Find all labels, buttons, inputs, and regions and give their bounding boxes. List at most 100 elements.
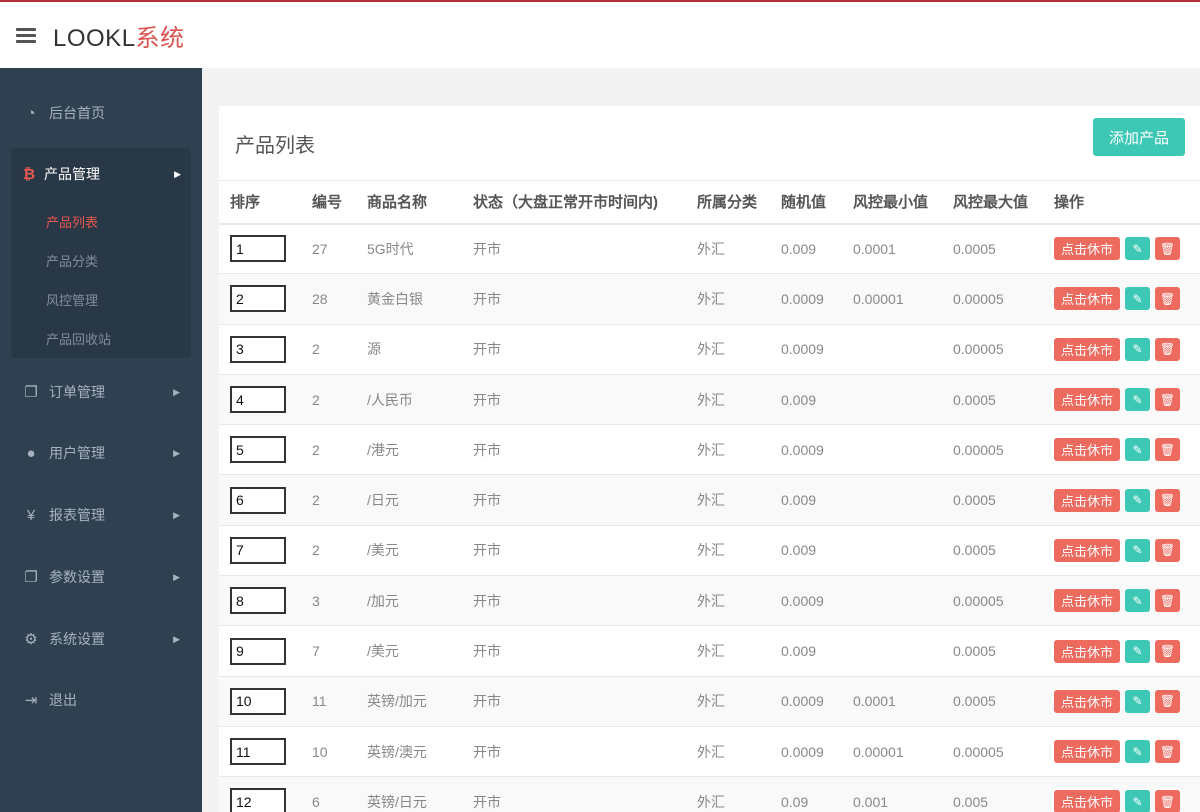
status-cell: 开市 (473, 776, 697, 812)
id-cell: 3 (312, 575, 367, 627)
sidebar-item-products[interactable]: ₿ 产品管理 ▶ (11, 154, 191, 194)
delete-button[interactable]: 🗑 (1155, 488, 1181, 512)
close-market-button[interactable]: 点击休市 (1054, 689, 1121, 713)
status-cell: 开市 (473, 424, 697, 476)
close-market-button[interactable]: 点击休市 (1054, 488, 1121, 512)
close-market-button[interactable]: 点击休市 (1054, 388, 1121, 412)
sidebar-item-label: 退出 (49, 692, 77, 708)
delete-button[interactable]: 🗑 (1155, 639, 1181, 663)
close-market-button[interactable]: 点击休市 (1054, 790, 1121, 812)
id-cell: 6 (312, 776, 367, 812)
edit-button[interactable]: ✎ (1125, 589, 1151, 613)
edit-button[interactable]: ✎ (1125, 337, 1151, 361)
close-market-button[interactable]: 点击休市 (1054, 740, 1121, 764)
edit-button[interactable]: ✎ (1125, 438, 1151, 462)
sidebar-subitem-risk-control[interactable]: 风控管理 (46, 290, 98, 309)
close-market-button[interactable]: 点击休市 (1054, 589, 1121, 613)
edit-button[interactable]: ✎ (1125, 538, 1151, 562)
close-market-button[interactable]: 点击休市 (1054, 287, 1121, 311)
table-header-row: 排序 编号 商品名称 状态（大盘正常开市时间内) 所属分类 随机值 风控最小值 … (219, 180, 1200, 225)
sidebar-item-dashboard[interactable]: ◔ 后台首页 (0, 93, 202, 133)
category-cell: 外汇 (697, 223, 781, 275)
close-market-button[interactable]: 点击休市 (1054, 538, 1121, 562)
sort-order-input[interactable] (230, 386, 286, 414)
edit-button[interactable]: ✎ (1125, 790, 1151, 812)
sort-order-input[interactable] (230, 436, 286, 464)
close-market-button[interactable]: 点击休市 (1054, 237, 1121, 261)
sidebar-item-orders[interactable]: ❐ 订单管理 ▶ (0, 372, 202, 412)
actions-cell: 点击休市 ✎ 🗑 (1054, 324, 1200, 375)
sort-order-input[interactable] (230, 738, 286, 766)
trash-icon: 🗑 (1159, 342, 1176, 357)
sort-order-input[interactable] (230, 335, 286, 363)
risk-max-cell: 0.00005 (953, 575, 1054, 627)
sidebar-item-reports[interactable]: ¥ 报表管理 ▶ (0, 495, 202, 535)
delete-button[interactable]: 🗑 (1155, 689, 1181, 713)
pencil-icon: ✎ (1132, 241, 1143, 256)
product-name-cell: 5G时代 (367, 223, 473, 275)
edit-button[interactable]: ✎ (1125, 488, 1151, 512)
delete-button[interactable]: 🗑 (1155, 538, 1181, 562)
sidebar-subitem-product-category[interactable]: 产品分类 (46, 251, 98, 270)
actions-cell: 点击休市 ✎ 🗑 (1054, 424, 1200, 476)
actions-cell: 点击休市 ✎ 🗑 (1054, 776, 1200, 812)
sort-order-input[interactable] (230, 285, 286, 313)
trash-icon: 🗑 (1159, 644, 1176, 659)
sidebar-subitem-recycle-bin[interactable]: 产品回收站 (46, 329, 111, 348)
edit-button[interactable]: ✎ (1125, 740, 1151, 764)
edit-button[interactable]: ✎ (1125, 287, 1151, 311)
edit-button[interactable]: ✎ (1125, 689, 1151, 713)
sidebar-item-users[interactable]: ● 用户管理 ▶ (0, 433, 202, 473)
pencil-icon: ✎ (1132, 794, 1143, 809)
product-name-cell: 英镑/加元 (367, 676, 473, 727)
edit-button[interactable]: ✎ (1125, 639, 1151, 663)
category-cell: 外汇 (697, 776, 781, 812)
sort-order-input[interactable] (230, 687, 286, 715)
actions-cell: 点击休市 ✎ 🗑 (1054, 374, 1200, 426)
delete-button[interactable]: 🗑 (1155, 388, 1181, 412)
close-market-button[interactable]: 点击休市 (1054, 438, 1121, 462)
status-cell: 开市 (473, 625, 697, 677)
user-icon: ● (26, 444, 36, 462)
close-market-button[interactable]: 点击休市 (1054, 639, 1121, 663)
delete-button[interactable]: 🗑 (1155, 589, 1181, 613)
sidebar-item-params[interactable]: ❐ 参数设置 ▶ (0, 557, 202, 597)
column-header: 排序 (219, 180, 312, 225)
status-cell: 开市 (473, 273, 697, 325)
close-market-button[interactable]: 点击休市 (1054, 337, 1121, 361)
delete-button[interactable]: 🗑 (1155, 337, 1181, 361)
chevron-right-icon: ▶ (173, 571, 180, 582)
product-table: 排序 编号 商品名称 状态（大盘正常开市时间内) 所属分类 随机值 风控最小值 … (219, 180, 1200, 812)
delete-button[interactable]: 🗑 (1155, 237, 1181, 261)
sort-order-input[interactable] (230, 637, 286, 665)
pencil-icon: ✎ (1132, 744, 1143, 759)
edit-button[interactable]: ✎ (1125, 388, 1151, 412)
sidebar-subitem-product-list[interactable]: 产品列表 (46, 212, 98, 231)
sort-order-input[interactable] (230, 587, 286, 615)
sidebar-item-logout[interactable]: ⇥ 退出 (0, 680, 202, 720)
delete-button[interactable]: 🗑 (1155, 438, 1181, 462)
random-value-cell: 0.09 (781, 776, 853, 812)
pencil-icon: ✎ (1132, 593, 1143, 608)
actions-cell: 点击休市 ✎ 🗑 (1054, 575, 1200, 627)
status-cell: 开市 (473, 474, 697, 526)
table-row: 2/美元开市外汇0.009 0.0005点击休市 ✎ 🗑 (219, 525, 1200, 577)
trash-icon: 🗑 (1159, 543, 1176, 558)
add-product-button[interactable]: 添加产品 (1093, 118, 1185, 156)
column-header: 操作 (1054, 180, 1200, 225)
sort-order-input[interactable] (230, 235, 286, 263)
sort-order-input[interactable] (230, 536, 286, 564)
sidebar-item-system[interactable]: ⚙ 系统设置 ▶ (0, 619, 202, 659)
edit-button[interactable]: ✎ (1125, 237, 1151, 261)
delete-button[interactable]: 🗑 (1155, 740, 1181, 764)
delete-button[interactable]: 🗑 (1155, 287, 1181, 311)
menu-toggle-icon[interactable] (16, 25, 36, 46)
trash-icon: 🗑 (1159, 493, 1176, 508)
sort-order-input[interactable] (230, 486, 286, 514)
sort-cell (219, 474, 312, 526)
trash-icon: 🗑 (1159, 241, 1176, 256)
delete-button[interactable]: 🗑 (1155, 790, 1181, 812)
sort-order-input[interactable] (230, 788, 286, 812)
row-actions: 点击休市 ✎ 🗑 (1054, 488, 1200, 512)
random-value-cell: 0.0009 (781, 324, 853, 375)
